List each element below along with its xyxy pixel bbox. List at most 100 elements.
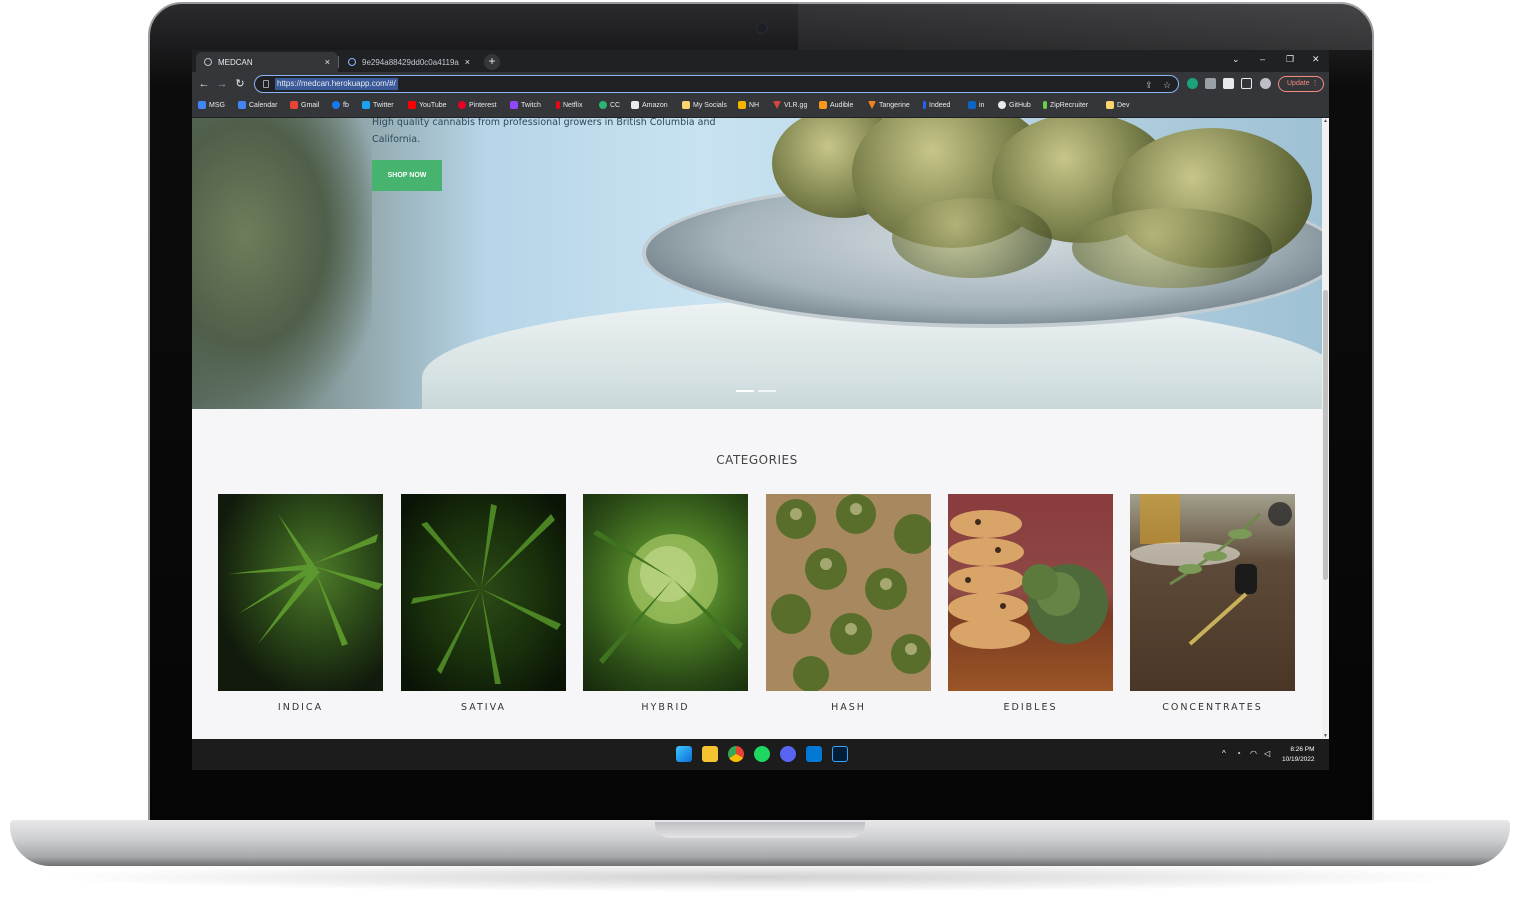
update-button[interactable]: Update ⋮	[1278, 76, 1324, 92]
hybrid-image	[593, 530, 743, 664]
profile-icon[interactable]	[1260, 78, 1271, 89]
update-label: Update	[1287, 80, 1310, 87]
new-tab-button[interactable]: +	[484, 54, 500, 70]
tray-app-icon[interactable]: ◔	[1236, 749, 1241, 758]
cc-icon	[599, 101, 607, 109]
bookmark-label: GitHub	[1009, 101, 1031, 109]
restore-icon[interactable]: ❐	[1286, 54, 1294, 65]
star-icon[interactable]: ☆	[1163, 80, 1171, 91]
category-label-indica[interactable]: INDICA	[218, 702, 383, 713]
laptop-shadow	[30, 862, 1490, 892]
bookmark-item[interactable]: Audible	[819, 101, 853, 109]
tab-search-icon[interactable]: ⌄	[1232, 54, 1240, 65]
puzzle-icon[interactable]	[1223, 78, 1234, 89]
reload-icon[interactable]: ↻	[232, 76, 248, 92]
bookmark-label: Calendar	[249, 101, 278, 109]
bookmark-item[interactable]: Netflix	[556, 101, 582, 109]
bookmark-label: in	[979, 101, 985, 109]
minimize-icon[interactable]: –	[1260, 54, 1265, 64]
address-bar[interactable]: https://medcan.herokuapp.com/#/ ⇪ ☆	[254, 75, 1179, 93]
page-scrollbar[interactable]: ▲ ▼	[1322, 118, 1329, 739]
category-card-sativa[interactable]	[401, 494, 566, 691]
category-card-hybrid[interactable]	[583, 494, 748, 691]
vscode-icon[interactable]	[806, 746, 822, 762]
volume-icon[interactable]: ◁	[1264, 749, 1270, 758]
carousel-dot[interactable]	[736, 390, 754, 392]
bookmark-label: Indeed	[929, 101, 951, 109]
clock[interactable]: 8:26 PM 10/19/2022	[1282, 745, 1315, 765]
youtube-icon	[408, 101, 416, 109]
category-label-hybrid[interactable]: HYBRID	[583, 702, 748, 713]
category-label-edibles[interactable]: EDIBLES	[948, 702, 1113, 713]
hero-tagline: High quality cannabis from professional …	[372, 118, 716, 145]
close-window-icon[interactable]: ✕	[1312, 54, 1320, 65]
forward-icon[interactable]: →	[214, 76, 230, 92]
side-panel-icon[interactable]	[1241, 78, 1252, 89]
bookmark-label: NH	[749, 101, 760, 109]
extension-icon[interactable]	[1205, 78, 1216, 89]
windows-taskbar: ^ ◔ ◠ ◁ 8:26 PM 10/19/2022	[192, 739, 1329, 770]
chrome-icon[interactable]	[728, 746, 744, 762]
bookmark-item[interactable]: Twitch	[510, 101, 541, 109]
category-label-concentrates[interactable]: CONCENTRATES	[1130, 702, 1295, 713]
windows-start-icon[interactable]	[676, 746, 692, 762]
bookmark-item[interactable]: MSG	[198, 101, 225, 109]
category-label-hash[interactable]: HASH	[766, 702, 931, 713]
file-explorer-icon[interactable]	[702, 746, 718, 762]
category-card-edibles[interactable]	[948, 494, 1113, 691]
grammarly-icon[interactable]	[1187, 78, 1198, 89]
shop-now-button[interactable]: SHOP NOW	[372, 160, 442, 191]
discord-icon[interactable]	[780, 746, 796, 762]
bookmark-item[interactable]: Tangerine	[868, 101, 910, 109]
bookmark-item[interactable]: YouTube	[408, 101, 447, 109]
close-tab-icon[interactable]: ×	[465, 57, 470, 67]
lock-icon	[263, 80, 269, 88]
screen: MEDCAN × 9e294a88429dd0c0a4119ab284 × + …	[192, 50, 1329, 770]
bookmark-item[interactable]: My Socials	[682, 101, 727, 109]
tab-title: MEDCAN	[218, 57, 253, 67]
bookmark-item[interactable]: in	[968, 101, 984, 109]
carousel-dot[interactable]	[758, 390, 776, 392]
category-label-sativa[interactable]: SATIVA	[401, 702, 566, 713]
bookmark-item[interactable]: CC	[599, 101, 620, 109]
pinterest-icon	[458, 101, 466, 109]
tab-hash[interactable]: 9e294a88429dd0c0a4119ab284 ×	[340, 52, 478, 72]
bookmark-item[interactable]: VLR.gg	[773, 101, 807, 109]
bookmark-item[interactable]: Twitter	[362, 101, 394, 109]
bookmark-label: Amazon	[642, 101, 668, 109]
bookmark-label: Tangerine	[879, 101, 910, 109]
bookmark-item[interactable]: Dev	[1106, 101, 1129, 109]
bookmark-item[interactable]: Indeed	[923, 101, 950, 109]
webcam	[756, 22, 768, 34]
scrollbar-thumb[interactable]	[1323, 290, 1328, 580]
gmail-icon	[290, 101, 298, 109]
tab-medcan[interactable]: MEDCAN ×	[196, 52, 338, 72]
back-icon[interactable]: ←	[196, 76, 212, 92]
wifi-icon[interactable]: ◠	[1250, 749, 1257, 758]
spotify-icon[interactable]	[754, 746, 770, 762]
close-tab-icon[interactable]: ×	[325, 57, 330, 67]
photoshop-icon[interactable]	[832, 746, 848, 762]
bookmark-label: ZipRecruiter	[1050, 101, 1089, 109]
hero-bud-reflection	[892, 198, 1052, 278]
category-card-hash[interactable]	[766, 494, 931, 691]
bookmark-item[interactable]: Gmail	[290, 101, 319, 109]
bookmark-item[interactable]: Calendar	[238, 101, 277, 109]
bookmark-item[interactable]: GitHub	[998, 101, 1031, 109]
tab-strip: MEDCAN × 9e294a88429dd0c0a4119ab284 × + …	[192, 50, 1329, 72]
bookmark-item[interactable]: ZipRecruiter	[1043, 101, 1088, 109]
scroll-up-icon[interactable]: ▲	[1322, 118, 1329, 124]
bookmark-label: fb	[343, 101, 349, 109]
bookmark-label: Dev	[1117, 101, 1130, 109]
bookmark-item[interactable]: NH	[738, 101, 759, 109]
nh-icon	[738, 101, 746, 109]
bookmark-item[interactable]: fb	[332, 101, 349, 109]
tray-chevron-icon[interactable]: ^	[1222, 749, 1226, 758]
category-card-concentrates[interactable]	[1130, 494, 1295, 691]
url-text[interactable]: https://medcan.herokuapp.com/#/	[275, 78, 398, 90]
category-card-indica[interactable]	[218, 494, 383, 691]
share-icon[interactable]: ⇪	[1145, 80, 1153, 91]
tab-title: 9e294a88429dd0c0a4119ab284	[362, 57, 459, 67]
bookmark-item[interactable]: Pinterest	[458, 101, 497, 109]
bookmark-item[interactable]: Amazon	[631, 101, 668, 109]
